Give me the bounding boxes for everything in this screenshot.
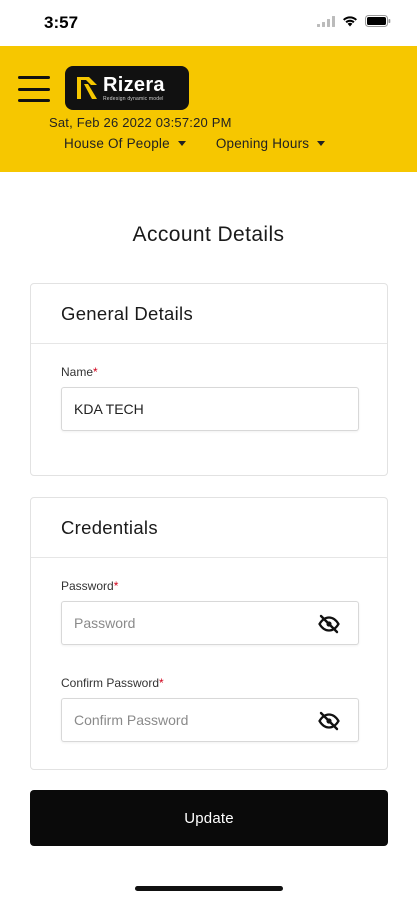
battery-icon bbox=[365, 15, 391, 27]
logo-tagline: Redesign dynamic model bbox=[103, 95, 164, 102]
general-details-card: General Details Name* bbox=[30, 283, 388, 476]
home-indicator[interactable] bbox=[135, 886, 283, 891]
confirm-password-input[interactable] bbox=[62, 699, 358, 741]
credentials-header: Credentials bbox=[31, 498, 387, 558]
status-bar: 3:57 bbox=[0, 0, 417, 46]
update-button[interactable]: Update bbox=[30, 790, 388, 846]
header-datetime: Sat, Feb 26 2022 03:57:20 PM bbox=[49, 115, 232, 130]
signal-icon bbox=[317, 15, 335, 27]
name-input[interactable] bbox=[62, 388, 358, 430]
password-input[interactable] bbox=[62, 602, 358, 644]
status-icons bbox=[317, 15, 391, 27]
logo-name: Rizera bbox=[103, 73, 165, 96]
eye-off-icon[interactable] bbox=[318, 711, 340, 731]
opening-hours-dropdown-label: Opening Hours bbox=[215, 136, 310, 151]
general-details-title: General Details bbox=[61, 302, 194, 324]
app-header: Rizera Redesign dynamic model Sat, Feb 2… bbox=[0, 46, 417, 172]
credentials-title: Credentials bbox=[61, 516, 158, 538]
location-dropdown[interactable]: House Of People bbox=[64, 136, 186, 151]
password-label: Password* bbox=[61, 579, 119, 593]
caret-down-icon bbox=[177, 141, 186, 146]
confirm-password-label: Confirm Password* bbox=[61, 676, 164, 690]
confirm-password-field-box bbox=[61, 698, 359, 742]
eye-off-icon[interactable] bbox=[318, 614, 340, 634]
credentials-card: Credentials Password* Confirm Password* bbox=[30, 497, 388, 770]
rizera-logo: Rizera Redesign dynamic model bbox=[65, 66, 189, 110]
password-field-box bbox=[61, 601, 359, 645]
menu-icon[interactable] bbox=[18, 76, 50, 102]
opening-hours-dropdown[interactable]: Opening Hours bbox=[215, 136, 326, 151]
general-details-header: General Details bbox=[31, 284, 387, 344]
rizera-logo-icon bbox=[77, 77, 97, 99]
location-dropdown-label: House Of People bbox=[64, 136, 170, 151]
header-dropdowns: House Of People Opening Hours bbox=[64, 136, 326, 151]
caret-down-icon bbox=[317, 141, 326, 146]
page-title: Account Details bbox=[132, 223, 285, 246]
name-field-box bbox=[61, 387, 359, 431]
wifi-icon bbox=[343, 16, 357, 27]
name-label: Name* bbox=[61, 365, 98, 379]
account-details-screen: 3:57 Rizera Redesign dynamic model Sat, … bbox=[0, 0, 417, 900]
status-time: 3:57 bbox=[44, 13, 79, 32]
